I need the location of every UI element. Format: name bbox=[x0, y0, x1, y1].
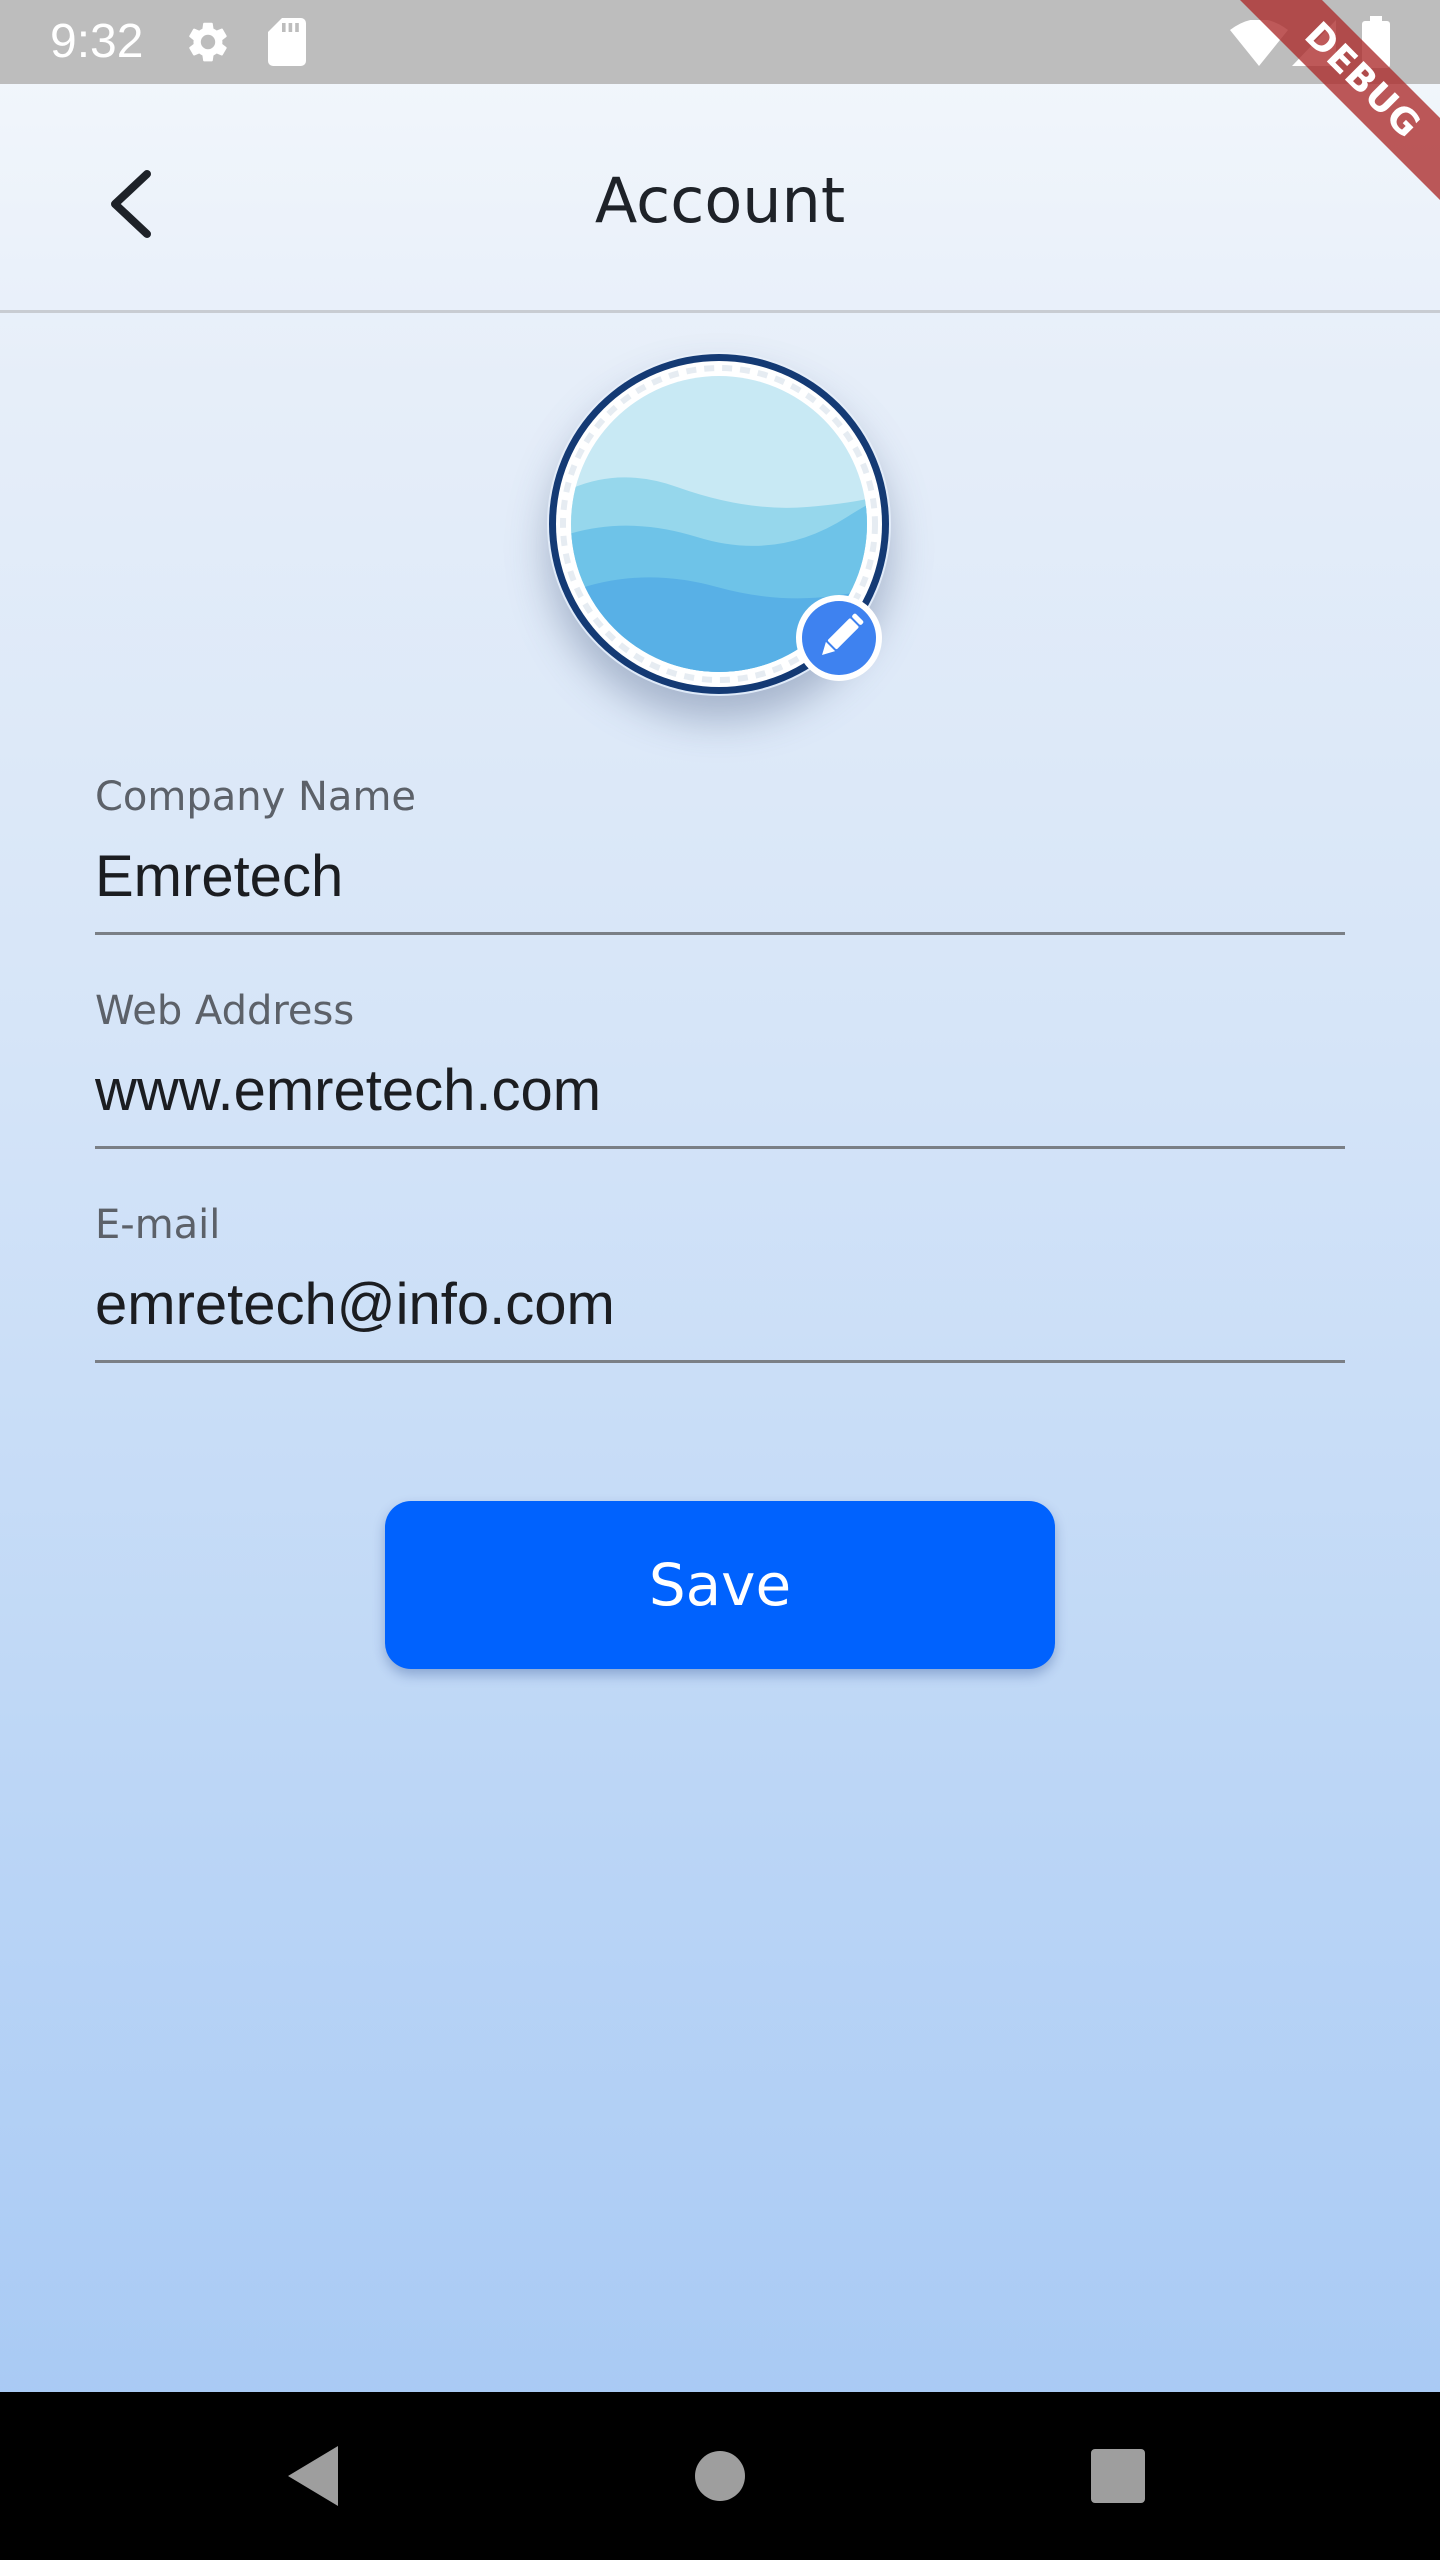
app-bar: Account bbox=[0, 84, 1440, 313]
pencil-icon bbox=[796, 595, 882, 681]
save-button[interactable]: Save bbox=[385, 1501, 1055, 1669]
email-label: E-mail bbox=[95, 1202, 221, 1248]
web-address-field: Web Address bbox=[95, 986, 1345, 1149]
web-address-label: Web Address bbox=[95, 988, 355, 1034]
web-address-input[interactable] bbox=[95, 1036, 1345, 1149]
nav-back-icon[interactable] bbox=[276, 2436, 356, 2516]
system-nav-bar bbox=[0, 2392, 1440, 2560]
nav-recents-icon[interactable] bbox=[1078, 2436, 1158, 2516]
page-title: Account bbox=[594, 164, 846, 237]
gear-icon bbox=[189, 22, 227, 62]
edit-avatar-button[interactable] bbox=[795, 594, 883, 682]
company-name-field: Company Name bbox=[95, 772, 1345, 935]
status-bar: 9:32 bbox=[0, 0, 1440, 84]
sd-card-icon bbox=[268, 18, 306, 66]
email-field: E-mail bbox=[95, 1200, 1345, 1363]
email-input[interactable] bbox=[95, 1250, 1345, 1363]
wifi-icon bbox=[1230, 20, 1288, 66]
status-time: 9:32 bbox=[50, 15, 144, 68]
nav-home-icon[interactable] bbox=[680, 2436, 760, 2516]
battery-icon bbox=[1362, 16, 1390, 68]
account-screen: 9:32 DEBUG Account Company Name Emretech… bbox=[0, 0, 1440, 2560]
company-name-input[interactable] bbox=[95, 822, 1345, 935]
signal-icon bbox=[1292, 20, 1336, 66]
company-name-label: Company Name bbox=[95, 774, 417, 820]
